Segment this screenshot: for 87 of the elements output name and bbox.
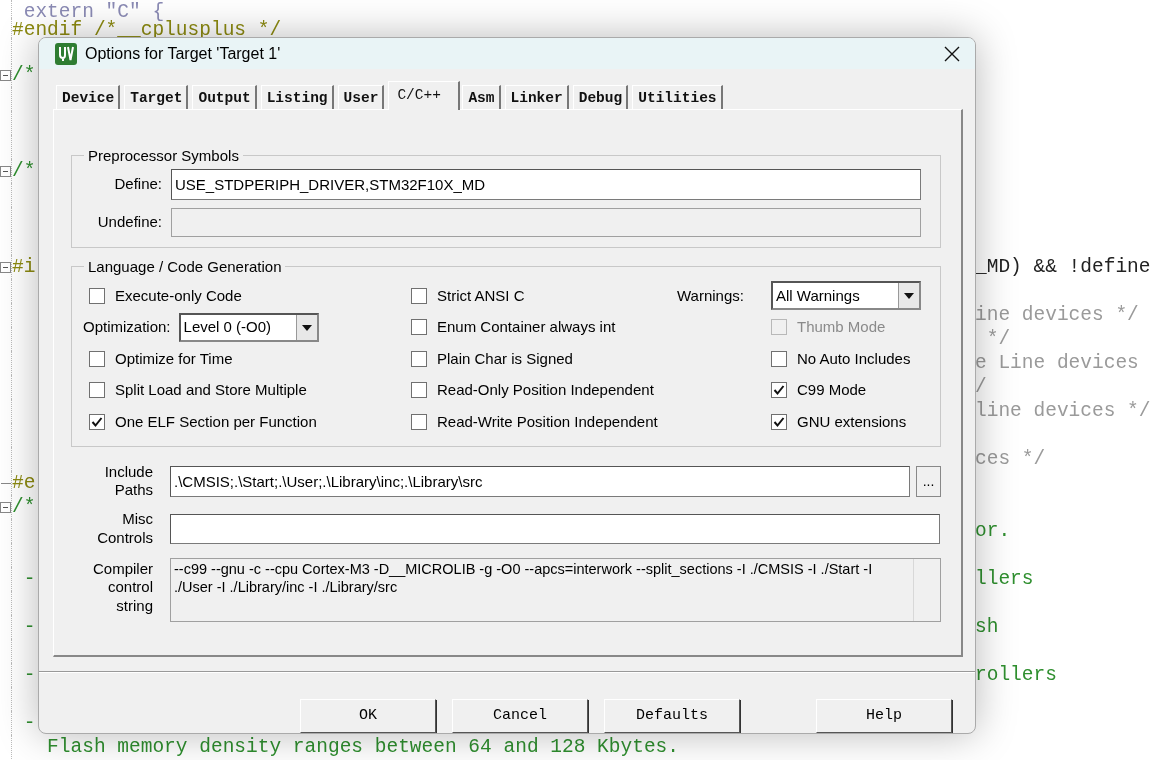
tab[interactable]: Utilities [632,85,723,109]
checkbox-label: One ELF Section per Function [115,411,317,432]
code-text: line devices */ [975,401,1151,421]
caret-icon [295,314,317,340]
code-text: - [22,665,36,685]
code-text: _MD) && !define [975,257,1151,277]
browse-button[interactable]: ... [915,465,941,497]
code-text: ine devices */ [975,305,1139,325]
code-text: rollers [975,665,1057,685]
checkbox-label: Thumb Mode [797,317,886,337]
close-icon[interactable] [943,44,961,63]
code-text: / [975,377,987,397]
checkbox[interactable] [411,350,427,367]
code-text: #i [12,257,36,277]
code-text: e Line devices [975,353,1139,373]
checkbox[interactable] [771,382,787,399]
tab[interactable]: Asm [462,85,501,109]
tab[interactable]: User [337,85,385,109]
field-label: Misc Controls [96,510,153,548]
checkbox-label: Read-Write Position Independent [437,411,658,432]
field-label: Warnings: [677,285,745,306]
group-title: Language / Code Generation [87,259,283,274]
checkbox[interactable] [771,413,787,430]
fold-end-icon [0,481,11,485]
optimization-dropdown[interactable]: Level 0 (-O0) [178,312,319,342]
code-text: Flash memory density ranges between 64 and 128 Kbytes. [46,737,679,757]
checkbox-label: GNU extensions [797,411,907,432]
code-text: #endif /*__cplusplus */ [12,20,282,40]
define-field[interactable]: USE_STDPERIPH_DRIVER,STM32F10X_MD [171,169,921,200]
code-text: /* [12,65,36,85]
field-label: Compiler control string [92,559,153,616]
code-text: sh [975,617,999,637]
checkbox[interactable] [411,382,427,399]
checkbox-label: Split Load and Store Multiple [115,380,307,400]
checkbox[interactable] [411,319,427,336]
field-label: Define: [113,174,162,195]
checkbox[interactable] [89,413,105,430]
checkbox[interactable] [411,287,427,304]
checkbox[interactable] [411,413,427,430]
checkbox-label: C99 Mode [797,380,867,400]
tab[interactable]: Target [124,85,189,109]
code-text: */ [985,329,1011,349]
app-icon [55,42,77,65]
checkbox-label: Enum Container always int [437,317,616,337]
checkbox-label: Optimize for Time [115,348,233,369]
field-label: Undefine: [96,212,162,233]
tab[interactable]: Linker [504,85,569,109]
checkbox-label: Strict ANSI C [437,285,525,306]
code-text: - [22,713,36,733]
tab[interactable]: Device [56,85,121,109]
tab[interactable]: C/C++ [388,81,461,110]
code-text: llers [975,569,1034,589]
dialog-button[interactable]: Help [816,699,952,733]
fold-icon[interactable] [0,501,11,513]
checkbox[interactable] [89,382,105,399]
checkbox[interactable] [771,350,787,367]
field-label: Optimization: [83,317,171,337]
code-text: ces */ [975,449,1046,469]
compiler-string-field: --c99 --gnu -c --cpu Cortex-M3 -D__MICROLIB -g -O0 --apcs=interwork --split_sections -I ./CMSIS -I ./Start -I ./User -I ./Library/inc -I ./Library/src [170,557,941,622]
dialog-button[interactable]: OK [300,699,436,733]
tab[interactable]: Listing [260,85,334,109]
group-title: Preprocessor Symbols [87,148,240,163]
checkbox[interactable] [89,350,105,367]
dialog-button[interactable]: Defaults [604,699,740,733]
tab[interactable]: Debug [572,85,629,109]
code-text: or. [975,521,1011,541]
code-text: - [22,617,36,637]
fold-icon[interactable] [0,69,11,81]
caret-icon [898,283,919,309]
fold-icon[interactable] [0,261,11,273]
misc-controls-field[interactable] [170,513,940,544]
checkbox-label: Plain Char is Signed [437,348,573,369]
code-text: /* [12,161,36,181]
dialog-button[interactable]: Cancel [452,699,588,733]
checkbox[interactable] [89,287,105,304]
warnings-dropdown[interactable]: All Warnings [771,281,921,311]
code-text: /* [12,497,36,517]
code-text: - [22,569,36,589]
code-text: #e [12,473,36,493]
checkbox-label: Read-Only Position Independent [437,380,654,400]
window-title: Options for Target 'Target 1' [85,43,282,64]
field-label: Include Paths [103,462,153,500]
tab[interactable]: Output [192,85,257,109]
checkbox-label: Execute-only Code [115,285,242,306]
include-paths-field[interactable]: .\CMSIS;.\Start;.\User;.\Library\inc;.\Library\src [170,465,910,497]
checkbox-label: No Auto Includes [797,348,911,369]
fold-icon[interactable] [0,165,11,177]
